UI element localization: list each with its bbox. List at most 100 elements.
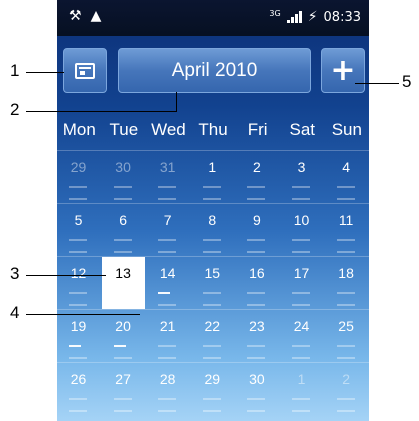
event-indicator bbox=[336, 198, 355, 200]
event-indicator bbox=[336, 239, 355, 241]
event-indicator bbox=[158, 186, 177, 188]
weekday-label: Wed bbox=[151, 120, 186, 139]
day-cell[interactable]: 4 bbox=[325, 151, 368, 203]
callout-label-3: 3 bbox=[10, 264, 20, 283]
callout-line-4 bbox=[26, 314, 140, 315]
warning-icon: ▲ bbox=[90, 8, 102, 24]
weekday-label: Fri bbox=[247, 120, 268, 139]
event-indicator bbox=[336, 357, 355, 359]
day-number: 8 bbox=[208, 212, 217, 228]
callout-line-2-vertical bbox=[176, 92, 177, 112]
event-indicator bbox=[292, 357, 310, 359]
network-type-label: 3G bbox=[269, 9, 281, 18]
day-number: 13 bbox=[115, 265, 131, 281]
event-indicator bbox=[247, 239, 266, 241]
day-number: 27 bbox=[115, 371, 131, 387]
event-indicator bbox=[292, 410, 310, 412]
day-cell[interactable]: 1 bbox=[191, 151, 234, 203]
event-indicator bbox=[292, 198, 310, 200]
day-cell[interactable]: 8 bbox=[191, 204, 234, 256]
event-indicator bbox=[69, 345, 81, 347]
add-event-button[interactable]: + bbox=[321, 48, 365, 93]
day-cell[interactable]: 27 bbox=[102, 363, 145, 415]
day-number: 30 bbox=[115, 159, 131, 175]
event-indicator bbox=[292, 398, 310, 400]
event-indicator bbox=[158, 357, 177, 359]
day-cell[interactable]: 15 bbox=[191, 257, 234, 309]
day-cell[interactable]: 1 bbox=[280, 363, 323, 415]
day-cell-selected[interactable]: 13 bbox=[101, 257, 145, 309]
day-cell[interactable]: 24 bbox=[280, 310, 323, 362]
day-number: 29 bbox=[204, 371, 221, 387]
day-cell[interactable]: 20 bbox=[102, 310, 145, 362]
event-indicator bbox=[158, 398, 177, 400]
day-number: 1 bbox=[297, 371, 306, 387]
day-cell[interactable]: 3 bbox=[280, 151, 323, 203]
day-cell[interactable]: 16 bbox=[235, 257, 278, 309]
calendar-toolbar: April 2010 + bbox=[57, 48, 369, 96]
day-cell[interactable]: 30 bbox=[235, 363, 278, 415]
day-cell[interactable]: 2 bbox=[325, 363, 368, 415]
today-button[interactable] bbox=[63, 48, 107, 93]
event-indicator bbox=[69, 398, 87, 400]
event-indicator bbox=[336, 398, 355, 400]
day-number: 15 bbox=[204, 265, 221, 281]
day-cell[interactable]: 7 bbox=[146, 204, 189, 256]
day-cell[interactable]: 19 bbox=[57, 310, 100, 362]
event-indicator bbox=[202, 345, 221, 347]
day-number: 21 bbox=[159, 318, 176, 334]
event-indicator bbox=[202, 357, 221, 359]
day-cell[interactable]: 5 bbox=[57, 204, 100, 256]
event-indicator bbox=[336, 345, 355, 347]
day-cell[interactable]: 28 bbox=[146, 363, 189, 415]
day-cell[interactable]: 21 bbox=[146, 310, 189, 362]
day-number: 10 bbox=[293, 212, 310, 228]
event-indicator bbox=[247, 186, 266, 188]
event-indicator bbox=[336, 410, 355, 412]
event-indicator bbox=[158, 198, 177, 200]
month-selector-button[interactable]: April 2010 bbox=[118, 48, 311, 93]
battery-charging-icon: ⚡ bbox=[307, 9, 318, 25]
day-cell[interactable]: 22 bbox=[191, 310, 234, 362]
day-number: 3 bbox=[297, 159, 306, 175]
event-indicator bbox=[247, 398, 266, 400]
day-number: 14 bbox=[159, 265, 176, 281]
event-indicator bbox=[202, 398, 221, 400]
day-cell[interactable]: 29 bbox=[191, 363, 234, 415]
day-cell[interactable]: 10 bbox=[280, 204, 323, 256]
event-indicator bbox=[114, 304, 132, 306]
day-cell[interactable]: 2 bbox=[235, 151, 278, 203]
event-indicator bbox=[158, 251, 177, 253]
day-cell[interactable]: 14 bbox=[146, 257, 189, 309]
day-cell[interactable]: 30 bbox=[102, 151, 145, 203]
day-number: 28 bbox=[159, 371, 176, 387]
day-cell[interactable]: 9 bbox=[235, 204, 278, 256]
event-indicator bbox=[113, 410, 132, 412]
weekday-label: Thu bbox=[198, 120, 228, 139]
event-indicator bbox=[113, 186, 132, 188]
day-number: 17 bbox=[293, 265, 310, 281]
event-indicator bbox=[113, 251, 132, 253]
callout-line-3 bbox=[26, 275, 106, 276]
day-cell[interactable]: 11 bbox=[325, 204, 368, 256]
event-indicator bbox=[69, 292, 87, 294]
day-cell[interactable]: 23 bbox=[235, 310, 278, 362]
event-indicator bbox=[158, 304, 177, 306]
event-indicator bbox=[336, 251, 355, 253]
day-cell[interactable]: 29 bbox=[57, 151, 100, 203]
day-cell[interactable]: 25 bbox=[325, 310, 368, 362]
day-cell[interactable]: 17 bbox=[280, 257, 323, 309]
day-cell[interactable]: 18 bbox=[325, 257, 368, 309]
weekday-header: Mon Tue Wed Thu Fri Sat Sun bbox=[57, 120, 369, 144]
day-cell[interactable]: 31 bbox=[146, 151, 189, 203]
day-number: 30 bbox=[249, 371, 265, 387]
callout-label-5: 5 bbox=[402, 72, 412, 91]
day-cell[interactable]: 12 bbox=[57, 257, 100, 309]
callout-label-2: 2 bbox=[10, 100, 20, 119]
day-number: 25 bbox=[338, 318, 354, 334]
day-cell[interactable]: 6 bbox=[102, 204, 145, 256]
event-indicator bbox=[247, 410, 266, 412]
day-number: 23 bbox=[249, 318, 265, 334]
day-cell[interactable]: 26 bbox=[57, 363, 100, 415]
event-indicator bbox=[158, 410, 177, 412]
